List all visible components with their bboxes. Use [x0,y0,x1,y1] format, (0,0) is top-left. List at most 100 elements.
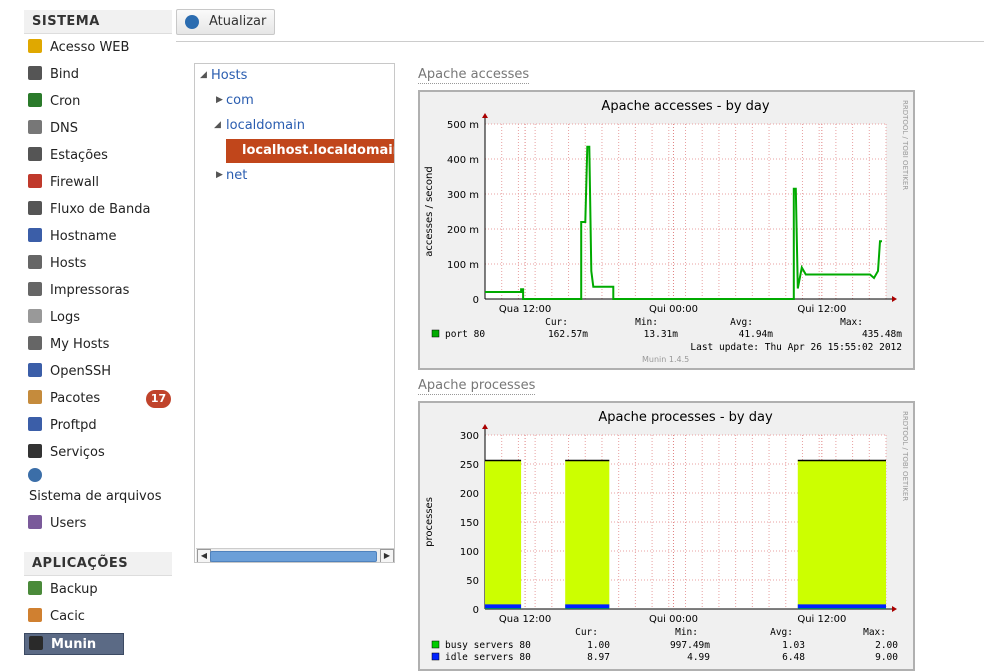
sidebar-item-label: Pacotes [50,391,101,406]
refresh-icon [185,15,199,29]
file-icon [28,309,42,323]
y-tick-label: 150 [460,518,479,529]
y-tick-label: 400 m [447,155,479,166]
x-tick-label: Qui 00:00 [649,304,698,315]
legend-header: Max: [840,317,863,328]
sidebar-item-acesso-web[interactable]: Acesso WEB [28,37,129,59]
sidebar-item-hosts[interactable]: Hosts [28,253,86,275]
sidebar-item-backup[interactable]: Backup [28,579,98,601]
network-icon [28,336,42,350]
legend-swatch [431,652,440,661]
sidebar-item-cron[interactable]: Cron [28,91,80,113]
busy-servers-area [485,608,522,609]
document-icon [28,66,42,80]
sidebar-item-cacic[interactable]: Cacic [28,606,85,628]
free-slots-area [797,460,886,609]
y-tick-label: 0 [473,295,479,306]
legend-name: port 80 [445,329,485,340]
sidebar-item-label: Hostname [50,229,117,244]
sidebar-item-label: Sistema de arquivos [29,489,162,504]
y-tick-label: 200 [460,489,479,500]
y-tick-label: 300 m [447,190,479,201]
sidebar-item-firewall[interactable]: Firewall [28,172,99,194]
refresh-label: Atualizar [209,14,267,29]
sidebar-item-munin[interactable]: Munin [24,633,124,655]
sidebar: SISTEMA Acesso WEB Bind Cron DNS Estações Fir… [0,0,180,661]
x-tick-label: Qua 12:00 [499,304,551,315]
y-axis-label: processes [424,497,435,547]
y-tick-label: 200 m [447,225,479,236]
y-tick-label: 300 [460,431,479,442]
x-axis-arrow [892,296,897,302]
graph-section-title[interactable]: Apache processes [418,378,536,395]
munin-version: Munin 1.4.5 [642,355,689,364]
y-axis-label: accesses / second [424,166,435,256]
sidebar-item-dns[interactable]: DNS [28,118,78,140]
sidebar-item-fluxo-de-banda[interactable]: Fluxo de Banda [28,199,150,221]
x-axis-arrow [892,606,897,612]
legend-value-min: 4.99 [687,652,710,663]
y-tick-label: 0 [473,605,479,616]
scroll-thumb[interactable] [210,551,377,562]
legend-header: Min: [635,317,658,328]
sidebar-item-label: Bind [50,67,80,82]
sidebar-item-label: Hosts [50,256,87,271]
graph-section-title[interactable]: Apache accesses [418,67,530,84]
free-slots-area [565,460,610,609]
tree-node-com[interactable]: com [226,93,254,108]
sidebar-item-label: Acesso WEB [50,40,130,55]
refresh-button[interactable]: Atualizar [176,9,275,35]
horizontal-scrollbar[interactable]: ◀ ▶ [196,548,394,562]
sidebar-item-users[interactable]: Users [28,513,86,535]
count-badge: 17 [146,390,171,408]
system-section-header: SISTEMA [24,10,172,34]
sidebar-item-esta-es[interactable]: Estações [28,145,108,167]
legend-header: Max: [863,627,886,638]
sidebar-item-label: Fluxo de Banda [50,202,151,217]
tree-node-selected[interactable]: localhost.localdomain [226,139,394,163]
legend-header: Cur: [545,317,568,328]
scroll-right-icon[interactable]: ▶ [380,549,394,562]
apache-processes-graph: Apache processes - by day 300 250 200 150 100… [418,401,915,671]
y-tick-label: 250 [460,460,479,471]
legend-header: Cur: [575,627,598,638]
busy-servers-area [565,608,610,609]
sidebar-item-logs[interactable]: Logs [28,307,80,329]
apache-accesses-graph: Apache accesses - by day 500 m 400 m 300 m 2… [418,90,915,370]
sidebar-item-label: Users [50,516,87,531]
collapse-arrow-icon[interactable]: ▶ [216,95,223,105]
sidebar-item-my-hosts[interactable]: My Hosts [28,334,109,356]
x-tick-label: Qua 12:00 [499,614,551,625]
sidebar-item-label: Munin [51,637,97,652]
legend-value-cur: 162.57m [548,329,588,340]
sidebar-item-servi-os[interactable]: Serviços [28,442,105,464]
sidebar-item-impressoras[interactable]: Impressoras [28,280,129,302]
sidebar-item-pacotes[interactable]: Pacotes [28,388,100,410]
legend-value-max: 9.00 [875,652,898,663]
sidebar-item-label: DNS [50,121,78,136]
y-tick-label: 100 m [447,260,479,271]
sidebar-item-hostname[interactable]: Hostname [28,226,116,248]
clock-icon [28,93,42,107]
scroll-left-icon[interactable]: ◀ [197,549,211,562]
sidebar-item-openssh[interactable]: OpenSSH [28,361,111,383]
sidebar-item-label: OpenSSH [50,364,112,379]
legend-name: idle servers 80 [445,652,531,663]
sidebar-item-label: Serviços [50,445,105,460]
users-icon [28,515,42,529]
apps-section-header: APLICAÇÕES [24,552,172,576]
printer-icon [28,282,42,296]
tree-node-hosts[interactable]: Hosts [211,68,247,83]
chart-title: Apache processes - by day [598,410,773,425]
collapse-arrow-icon[interactable]: ▶ [216,170,223,180]
sidebar-item-proftpd[interactable]: Proftpd [28,415,97,437]
computer-icon [28,363,42,377]
sidebar-item-sistema-de-arquivos[interactable] [28,466,50,488]
expand-arrow-icon[interactable]: ◢ [200,70,207,80]
tree-node-localdomain[interactable]: localdomain [226,118,305,133]
chart-title: Apache accesses - by day [601,99,769,114]
legend-value-min: 13.31m [644,329,679,340]
sidebar-item-bind[interactable]: Bind [28,64,79,86]
expand-arrow-icon[interactable]: ◢ [214,120,221,130]
tree-node-net[interactable]: net [226,168,247,183]
